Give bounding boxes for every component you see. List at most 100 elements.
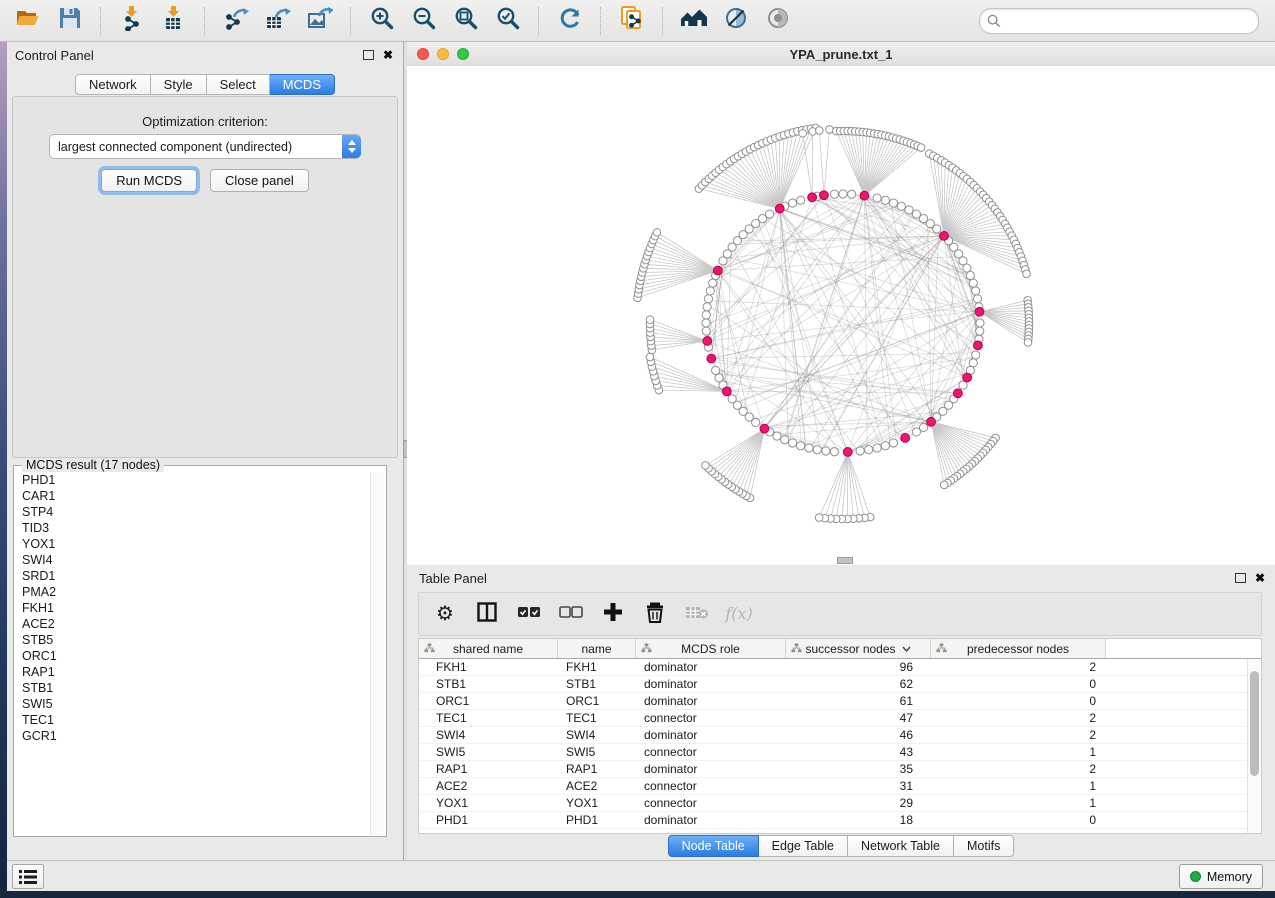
run-mcds-button[interactable]: Run MCDS bbox=[101, 169, 197, 192]
import-network-button[interactable] bbox=[114, 4, 150, 38]
mcds-result-item[interactable]: ORC1 bbox=[15, 648, 371, 664]
zoom-selected-button[interactable] bbox=[490, 4, 526, 38]
cell[interactable]: SWI4 bbox=[558, 728, 636, 742]
cell[interactable]: 35 bbox=[786, 762, 931, 776]
cell[interactable]: 2 bbox=[931, 762, 1106, 776]
column-header-name[interactable]: name bbox=[558, 639, 636, 658]
cell[interactable]: 2 bbox=[931, 660, 1106, 674]
tab-network-table[interactable]: Network Table bbox=[848, 835, 954, 857]
cell[interactable]: SWI4 bbox=[419, 728, 558, 742]
table-row-STB1[interactable]: STB1STB1dominator620 bbox=[419, 676, 1261, 693]
cell[interactable]: connector bbox=[636, 711, 786, 725]
mcds-result-item[interactable]: TID3 bbox=[15, 520, 371, 536]
tab-network[interactable]: Network bbox=[75, 74, 151, 95]
cell[interactable]: dominator bbox=[636, 813, 786, 827]
tab-select[interactable]: Select bbox=[207, 74, 270, 95]
search-input[interactable] bbox=[1006, 10, 1250, 32]
cell[interactable]: 62 bbox=[786, 677, 931, 691]
cell[interactable]: 29 bbox=[786, 796, 931, 810]
zoom-fit-button[interactable] bbox=[448, 4, 484, 38]
mcds-result-item[interactable]: PMA2 bbox=[15, 584, 371, 600]
open-file-button[interactable] bbox=[10, 4, 46, 38]
table-row-SWI4[interactable]: SWI4SWI4dominator462 bbox=[419, 727, 1261, 744]
cell[interactable]: dominator bbox=[636, 660, 786, 674]
tab-style[interactable]: Style bbox=[151, 74, 207, 95]
deselect-all-button[interactable] bbox=[559, 602, 583, 626]
cell[interactable]: STB1 bbox=[558, 677, 636, 691]
delete-table-button[interactable] bbox=[685, 602, 709, 626]
mcds-result-item[interactable]: STB5 bbox=[15, 632, 371, 648]
criterion-select[interactable]: largest connected component (undirected) bbox=[49, 134, 361, 159]
cell[interactable]: RAP1 bbox=[419, 762, 558, 776]
cell[interactable]: 0 bbox=[931, 813, 1106, 827]
cell[interactable]: 1 bbox=[931, 796, 1106, 810]
cell[interactable]: FKH1 bbox=[558, 660, 636, 674]
mcds-result-item[interactable]: FKH1 bbox=[15, 600, 371, 616]
cell[interactable]: ACE2 bbox=[419, 779, 558, 793]
column-view-button[interactable] bbox=[475, 602, 499, 626]
save-session-button[interactable] bbox=[52, 4, 88, 38]
select-all-button[interactable] bbox=[517, 602, 541, 626]
memory-button[interactable]: Memory bbox=[1179, 864, 1263, 889]
mcds-result-item[interactable]: STB1 bbox=[15, 680, 371, 696]
table-row-PHD1[interactable]: PHD1PHD1dominator180 bbox=[419, 812, 1261, 829]
mcds-result-item[interactable]: ACE2 bbox=[15, 616, 371, 632]
close-panel-icon[interactable]: ✖ bbox=[383, 49, 393, 61]
network-canvas[interactable] bbox=[407, 66, 1275, 565]
mcds-result-item[interactable]: SWI4 bbox=[15, 552, 371, 568]
table-row-FKH1[interactable]: FKH1FKH1dominator962 bbox=[419, 659, 1261, 676]
cell[interactable]: 61 bbox=[786, 694, 931, 708]
column-header-MCDS-role[interactable]: MCDS role bbox=[636, 639, 786, 658]
clone-network-button[interactable] bbox=[614, 4, 650, 38]
cell[interactable]: 46 bbox=[786, 728, 931, 742]
cell[interactable]: TEC1 bbox=[558, 711, 636, 725]
horizontal-splitter-grip[interactable] bbox=[837, 557, 853, 564]
float-table-panel-icon[interactable] bbox=[1235, 573, 1246, 583]
table-row-TEC1[interactable]: TEC1TEC1connector472 bbox=[419, 710, 1261, 727]
zoom-out-button[interactable] bbox=[406, 4, 442, 38]
cell[interactable]: dominator bbox=[636, 694, 786, 708]
cell[interactable]: connector bbox=[636, 796, 786, 810]
delete-column-button[interactable] bbox=[643, 602, 667, 626]
float-panel-icon[interactable] bbox=[363, 50, 374, 60]
mcds-result-item[interactable]: TEC1 bbox=[15, 712, 371, 728]
table-row-ACE2[interactable]: ACE2ACE2connector311 bbox=[419, 778, 1261, 795]
import-table-button[interactable] bbox=[156, 4, 192, 38]
cell[interactable]: ACE2 bbox=[558, 779, 636, 793]
cell[interactable]: 0 bbox=[931, 677, 1106, 691]
close-table-panel-icon[interactable]: ✖ bbox=[1255, 572, 1265, 584]
mcds-result-item[interactable]: RAP1 bbox=[15, 664, 371, 680]
export-table-button[interactable] bbox=[260, 4, 296, 38]
add-column-button[interactable] bbox=[601, 602, 625, 626]
table-scrollbar-thumb[interactable] bbox=[1250, 671, 1259, 776]
show-hide-button[interactable] bbox=[760, 4, 796, 38]
table-row-SWI5[interactable]: SWI5SWI5connector431 bbox=[419, 744, 1261, 761]
mcds-result-item[interactable]: STP4 bbox=[15, 504, 371, 520]
cell[interactable]: FKH1 bbox=[419, 660, 558, 674]
cell[interactable]: 47 bbox=[786, 711, 931, 725]
cell[interactable]: 1 bbox=[931, 779, 1106, 793]
cell[interactable]: ORC1 bbox=[419, 694, 558, 708]
mcds-result-item[interactable]: PHD1 bbox=[15, 472, 371, 488]
cell[interactable]: YOX1 bbox=[419, 796, 558, 810]
cell[interactable]: 2 bbox=[931, 728, 1106, 742]
cell[interactable]: SWI5 bbox=[419, 745, 558, 759]
cell[interactable]: 0 bbox=[931, 694, 1106, 708]
cell[interactable]: connector bbox=[636, 745, 786, 759]
cell[interactable]: TEC1 bbox=[419, 711, 558, 725]
network-graph[interactable] bbox=[407, 66, 1275, 565]
function-builder-button[interactable]: f(x) bbox=[727, 602, 751, 626]
tab-edge-table[interactable]: Edge Table bbox=[759, 835, 848, 857]
cell[interactable]: 18 bbox=[786, 813, 931, 827]
cell[interactable]: 2 bbox=[931, 711, 1106, 725]
table-row-YOX1[interactable]: YOX1YOX1connector291 bbox=[419, 795, 1261, 812]
table-row-ORC1[interactable]: ORC1ORC1dominator610 bbox=[419, 693, 1261, 710]
cell[interactable]: STB1 bbox=[419, 677, 558, 691]
mcds-result-item[interactable]: SRD1 bbox=[15, 568, 371, 584]
table-scrollbar[interactable] bbox=[1247, 659, 1261, 833]
column-header-successor-nodes[interactable]: successor nodes bbox=[786, 639, 931, 658]
cell[interactable]: connector bbox=[636, 779, 786, 793]
cell[interactable]: 31 bbox=[786, 779, 931, 793]
table-row-RAP1[interactable]: RAP1RAP1dominator352 bbox=[419, 761, 1261, 778]
cell[interactable]: SWI5 bbox=[558, 745, 636, 759]
